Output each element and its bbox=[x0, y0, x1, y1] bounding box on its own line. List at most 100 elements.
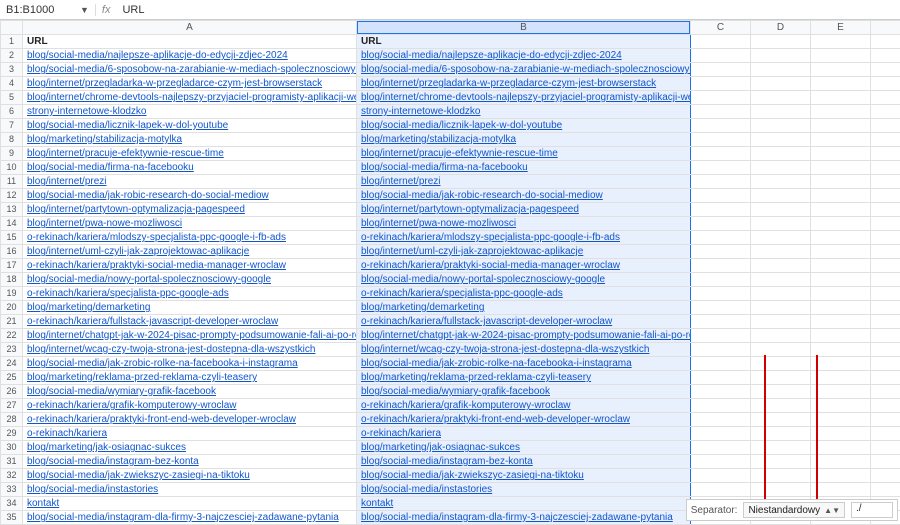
row-header[interactable]: 20 bbox=[1, 301, 23, 315]
empty-cell[interactable] bbox=[871, 413, 900, 427]
row-header[interactable]: 17 bbox=[1, 259, 23, 273]
empty-cell[interactable] bbox=[691, 329, 751, 343]
cell-link[interactable]: blog/social-media/instagram-bez-konta bbox=[357, 455, 691, 469]
empty-cell[interactable] bbox=[811, 483, 871, 497]
empty-cell[interactable] bbox=[691, 371, 751, 385]
row-header[interactable]: 27 bbox=[1, 399, 23, 413]
row-header[interactable]: 26 bbox=[1, 385, 23, 399]
empty-cell[interactable] bbox=[871, 105, 900, 119]
empty-cell[interactable] bbox=[811, 91, 871, 105]
empty-cell[interactable] bbox=[871, 147, 900, 161]
empty-cell[interactable] bbox=[811, 133, 871, 147]
empty-cell[interactable] bbox=[751, 105, 811, 119]
cell-link[interactable]: blog/internet/przegladarka-w-przegladarc… bbox=[23, 77, 357, 91]
cell-link[interactable]: blog/social-media/jak-zwiekszyc-zasiegi-… bbox=[357, 469, 691, 483]
empty-cell[interactable] bbox=[871, 217, 900, 231]
empty-cell[interactable] bbox=[751, 147, 811, 161]
cell-link[interactable]: blog/social-media/firma-na-facebooku bbox=[357, 161, 691, 175]
row-header[interactable]: 33 bbox=[1, 483, 23, 497]
empty-cell[interactable] bbox=[691, 385, 751, 399]
empty-cell[interactable] bbox=[751, 427, 811, 441]
row-header[interactable]: 8 bbox=[1, 133, 23, 147]
cell-link[interactable]: blog/social-media/instagram-bez-konta bbox=[23, 455, 357, 469]
empty-cell[interactable] bbox=[691, 63, 751, 77]
empty-cell[interactable] bbox=[871, 441, 900, 455]
empty-cell[interactable] bbox=[691, 301, 751, 315]
empty-cell[interactable] bbox=[751, 189, 811, 203]
empty-cell[interactable] bbox=[811, 119, 871, 133]
empty-cell[interactable] bbox=[751, 91, 811, 105]
cell-link[interactable]: blog/marketing/demarketing bbox=[357, 301, 691, 315]
empty-cell[interactable] bbox=[871, 35, 900, 49]
row-header[interactable]: 19 bbox=[1, 287, 23, 301]
empty-cell[interactable] bbox=[751, 273, 811, 287]
row-header[interactable]: 1 bbox=[1, 35, 23, 49]
empty-cell[interactable] bbox=[691, 161, 751, 175]
cell-link[interactable]: blog/internet/pwa-nowe-mozliwosci bbox=[357, 217, 691, 231]
row-header[interactable]: 32 bbox=[1, 469, 23, 483]
cell-link[interactable]: blog/social-media/instastories bbox=[23, 483, 357, 497]
cell-link[interactable]: o-rekinach/kariera/mlodszy-specjalista-p… bbox=[23, 231, 357, 245]
header-cell[interactable]: URL bbox=[357, 35, 691, 49]
empty-cell[interactable] bbox=[691, 399, 751, 413]
empty-cell[interactable] bbox=[691, 413, 751, 427]
cell-link[interactable]: blog/internet/wcag-czy-twoja-strona-jest… bbox=[357, 343, 691, 357]
empty-cell[interactable] bbox=[691, 189, 751, 203]
cell-link[interactable]: blog/social-media/instastories bbox=[357, 483, 691, 497]
cell-link[interactable]: blog/social-media/wymiary-grafik-faceboo… bbox=[357, 385, 691, 399]
empty-cell[interactable] bbox=[871, 301, 900, 315]
empty-cell[interactable] bbox=[811, 399, 871, 413]
empty-cell[interactable] bbox=[691, 455, 751, 469]
cell-link[interactable]: blog/social-media/jak-zrobic-rolke-na-fa… bbox=[357, 357, 691, 371]
empty-cell[interactable] bbox=[811, 189, 871, 203]
empty-cell[interactable] bbox=[811, 217, 871, 231]
empty-cell[interactable] bbox=[751, 301, 811, 315]
empty-cell[interactable] bbox=[691, 273, 751, 287]
cell-link[interactable]: blog/internet/pracuje-efektywnie-rescue-… bbox=[357, 147, 691, 161]
empty-cell[interactable] bbox=[871, 259, 900, 273]
cell-link[interactable]: blog/marketing/stabilizacja-motylka bbox=[23, 133, 357, 147]
row-header[interactable]: 29 bbox=[1, 427, 23, 441]
empty-cell[interactable] bbox=[691, 77, 751, 91]
cell-link[interactable]: blog/marketing/jak-osiagnac-sukces bbox=[357, 441, 691, 455]
cell-link[interactable]: o-rekinach/kariera/praktyki-social-media… bbox=[357, 259, 691, 273]
empty-cell[interactable] bbox=[811, 315, 871, 329]
empty-cell[interactable] bbox=[751, 63, 811, 77]
empty-cell[interactable] bbox=[691, 35, 751, 49]
col-header-e[interactable]: E bbox=[811, 21, 871, 35]
empty-cell[interactable] bbox=[871, 63, 900, 77]
empty-cell[interactable] bbox=[751, 315, 811, 329]
col-header-blank[interactable] bbox=[871, 21, 900, 35]
empty-cell[interactable] bbox=[811, 357, 871, 371]
empty-cell[interactable] bbox=[811, 385, 871, 399]
cell-link[interactable]: o-rekinach/kariera/praktyki-social-media… bbox=[23, 259, 357, 273]
empty-cell[interactable] bbox=[811, 343, 871, 357]
empty-cell[interactable] bbox=[751, 49, 811, 63]
empty-cell[interactable] bbox=[751, 245, 811, 259]
cell-link[interactable]: blog/internet/partytown-optymalizacja-pa… bbox=[357, 203, 691, 217]
cell-link[interactable]: blog/internet/przegladarka-w-przegladarc… bbox=[357, 77, 691, 91]
empty-cell[interactable] bbox=[811, 329, 871, 343]
empty-cell[interactable] bbox=[811, 175, 871, 189]
empty-cell[interactable] bbox=[871, 273, 900, 287]
empty-cell[interactable] bbox=[691, 343, 751, 357]
cell-link[interactable]: blog/social-media/najlepsze-aplikacje-do… bbox=[23, 49, 357, 63]
cell-link[interactable]: o-rekinach/kariera/specjalista-ppc-googl… bbox=[357, 287, 691, 301]
cell-link[interactable]: blog/marketing/stabilizacja-motylka bbox=[357, 133, 691, 147]
empty-cell[interactable] bbox=[811, 63, 871, 77]
row-header[interactable]: 18 bbox=[1, 273, 23, 287]
cell-link[interactable]: blog/internet/pwa-nowe-mozliwosci bbox=[23, 217, 357, 231]
empty-cell[interactable] bbox=[751, 231, 811, 245]
empty-cell[interactable] bbox=[871, 203, 900, 217]
cell-link[interactable]: strony-internetowe-klodzko bbox=[23, 105, 357, 119]
cell-link[interactable]: blog/internet/prezi bbox=[23, 175, 357, 189]
cell-link[interactable]: blog/social-media/jak-zrobic-rolke-na-fa… bbox=[23, 357, 357, 371]
cell-link[interactable]: o-rekinach/kariera bbox=[357, 427, 691, 441]
empty-cell[interactable] bbox=[871, 483, 900, 497]
row-header[interactable]: 31 bbox=[1, 455, 23, 469]
cell-link[interactable]: blog/social-media/jak-zwiekszyc-zasiegi-… bbox=[23, 469, 357, 483]
empty-cell[interactable] bbox=[691, 91, 751, 105]
empty-cell[interactable] bbox=[811, 427, 871, 441]
row-header[interactable]: 12 bbox=[1, 189, 23, 203]
cell-link[interactable]: blog/social-media/nowy-portal-spolecznos… bbox=[23, 273, 357, 287]
